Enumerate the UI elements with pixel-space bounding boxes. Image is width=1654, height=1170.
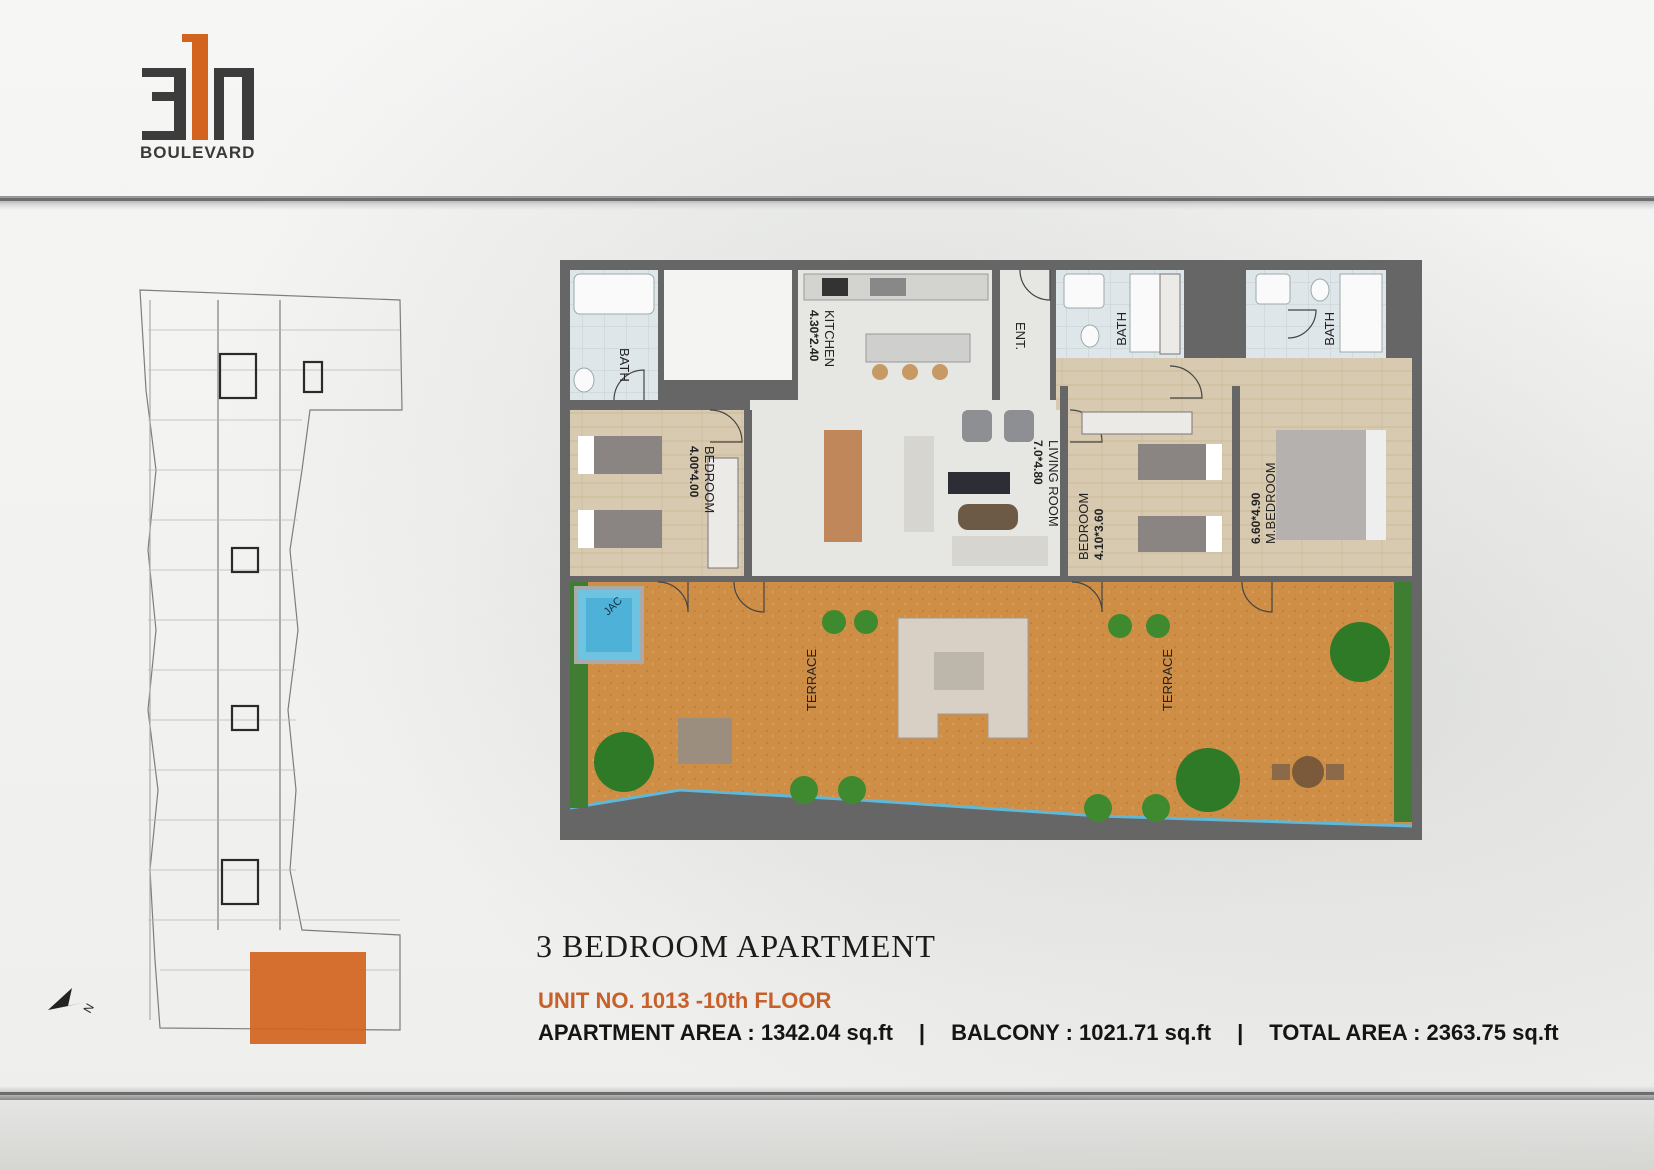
label-bedroom-left: BEDROOM (702, 446, 717, 513)
top-divider-line (0, 198, 1654, 201)
unit-location-highlight (250, 952, 366, 1044)
label-terrace-left: TERRACE (804, 649, 819, 711)
label-bedroom-mid-dim: 4.10*3.60 (1092, 508, 1106, 560)
unit-number: UNIT NO. 1013 -10th FLOOR (538, 988, 832, 1013)
north-arrow: N (48, 988, 97, 1016)
jacuzzi (574, 586, 644, 664)
label-master: M.BEDROOM (1263, 462, 1278, 544)
label-master-dim: 6.60*4.90 (1249, 492, 1263, 544)
key-floor-plan: N (48, 289, 403, 1044)
area-separator: | (918, 1020, 926, 1045)
apartment-area: APARTMENT AREA : 1342.04 sq.ft (538, 1020, 893, 1045)
apartment-title: 3 BEDROOM APARTMENT (536, 928, 936, 964)
label-bath-mid: BATH (1114, 312, 1129, 346)
label-living-dim: 7.0*4.80 (1031, 440, 1045, 485)
label-entrance: ENT. (1013, 322, 1028, 350)
north-label: N (80, 1001, 96, 1016)
balcony-area: BALCONY : 1021.71 sq.ft (951, 1020, 1212, 1045)
logo-three-mark (142, 68, 186, 140)
footer-strip (0, 1100, 1654, 1170)
label-bath-left: BATH (617, 348, 632, 382)
label-bedroom-left-dim: 4.00*4.00 (687, 446, 701, 498)
bottom-divider-line (0, 1092, 1654, 1095)
label-terrace-right: TERRACE (1160, 649, 1175, 711)
logo-second-one-mark (214, 68, 254, 140)
label-living: LIVING ROOM (1046, 440, 1061, 527)
area-separator: | (1237, 1020, 1244, 1045)
logo-wordmark: BOULEVARD (140, 143, 256, 162)
area-summary: APARTMENT AREA : 1342.04 sq.ft | BALCONY :… (538, 1020, 1559, 1046)
label-kitchen: KITCHEN (822, 310, 837, 367)
label-bath-right: BATH (1322, 312, 1337, 346)
apartment-floor-plan: BATH 4.30*2.40 KITCHEN ENT. BATH BATH 4.… (560, 260, 1422, 840)
total-area: TOTAL AREA : 2363.75 sq.ft (1269, 1020, 1559, 1045)
label-kitchen-dim: 4.30*2.40 (807, 310, 821, 362)
label-bedroom-mid: BEDROOM (1076, 493, 1091, 560)
